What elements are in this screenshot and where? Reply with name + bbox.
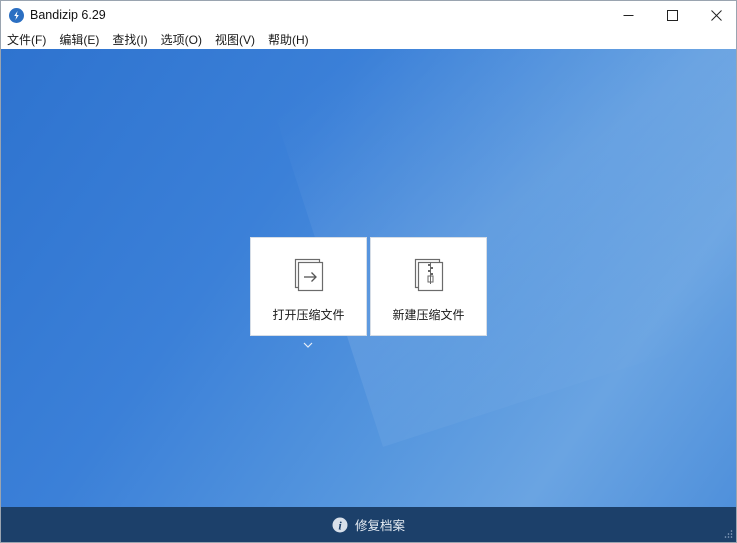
status-bar: i 修复档案 [1,507,736,542]
chevron-down-icon[interactable] [302,341,314,349]
menu-edit[interactable]: 编辑(E) [59,31,99,48]
maximize-icon [666,10,678,21]
menu-bar: 文件(F) 编辑(E) 查找(I) 选项(O) 视图(V) 帮助(H) [1,30,736,49]
info-icon: i [332,517,348,532]
menu-help[interactable]: 帮助(H) [268,31,309,48]
new-archive-icon [414,258,444,292]
menu-find[interactable]: 查找(I) [112,31,147,48]
open-archive-button[interactable]: 打开压缩文件 [250,237,367,336]
minimize-icon [623,15,633,16]
bandizip-logo-icon [9,8,24,23]
menu-view[interactable]: 视图(V) [215,31,255,48]
open-archive-icon [294,258,324,292]
main-area: 打开压缩文件 新建压缩文件 [1,49,736,507]
menu-options[interactable]: 选项(O) [161,31,202,48]
new-archive-button[interactable]: 新建压缩文件 [370,237,487,336]
title-bar[interactable]: Bandizip 6.29 [1,1,736,30]
close-icon [710,10,722,21]
resize-grip-icon[interactable] [723,529,733,539]
repair-archive-button[interactable]: i 修复档案 [332,515,405,534]
bandizip-window: Bandizip 6.29 文件(F) 编辑(E) 查找(I) 选项(O) 视图… [0,0,737,543]
maximize-button[interactable] [649,1,695,30]
minimize-button[interactable] [605,1,651,30]
repair-archive-label: 修复档案 [354,519,405,533]
menu-file[interactable]: 文件(F) [7,31,46,48]
new-archive-label: 新建压缩文件 [392,308,465,322]
window-title: Bandizip 6.29 [30,8,106,22]
close-button[interactable] [693,1,736,30]
open-archive-label: 打开压缩文件 [272,308,345,322]
